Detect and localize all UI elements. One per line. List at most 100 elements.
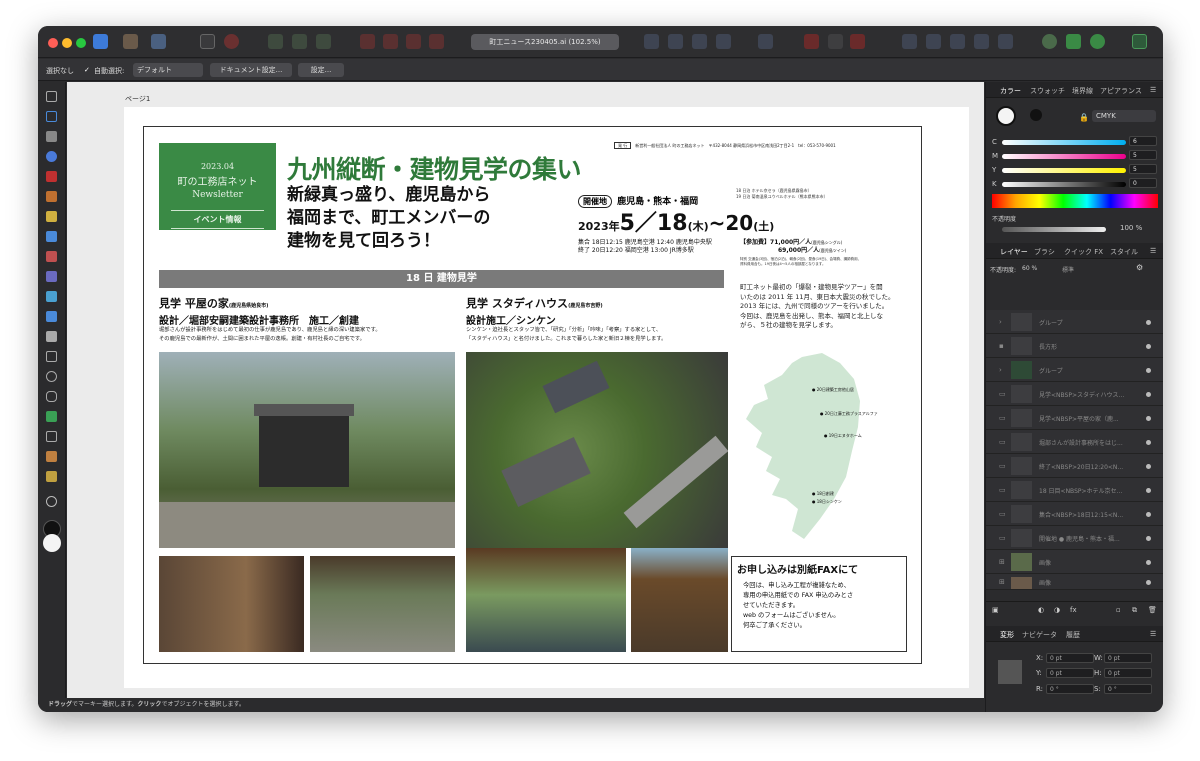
transform-menu-icon[interactable]: ☰	[1150, 630, 1156, 638]
snap-grid-icon[interactable]	[292, 34, 307, 49]
transparency-tool-icon[interactable]	[46, 271, 57, 282]
channel-y-value[interactable]: 5	[1129, 164, 1157, 174]
channel-k-slider[interactable]	[1002, 182, 1126, 187]
export-persona-icon[interactable]	[151, 34, 166, 49]
corner-tool-icon[interactable]	[46, 151, 57, 162]
color-picker-icon[interactable]	[46, 451, 57, 462]
y-field[interactable]: 0 pt	[1046, 668, 1094, 678]
channel-m-slider[interactable]	[1002, 154, 1126, 159]
channel-k-value[interactable]: 0	[1129, 178, 1157, 188]
opacity-value[interactable]: 100 %	[1120, 224, 1142, 232]
zoom-tool-icon[interactable]	[46, 496, 57, 507]
panel-menu-icon[interactable]: ☰	[1150, 86, 1156, 94]
visibility-dot-icon[interactable]	[1146, 440, 1151, 445]
move-tool-icon[interactable]	[46, 91, 57, 102]
arrange-front-icon[interactable]	[429, 34, 444, 49]
layer-row[interactable]: › グループ	[986, 358, 1163, 382]
boolean-divide-icon[interactable]	[998, 34, 1013, 49]
w-field[interactable]: 0 pt	[1104, 653, 1152, 663]
settings-gear-icon[interactable]	[200, 34, 215, 49]
stroke-color-well[interactable]	[1030, 109, 1042, 121]
snapshot-icon[interactable]	[1066, 34, 1081, 49]
mask-layer-icon[interactable]: ◐	[1038, 606, 1044, 614]
geometry-icon[interactable]	[850, 34, 865, 49]
visibility-dot-icon[interactable]	[1146, 368, 1151, 373]
anchor-selector-icon[interactable]	[998, 660, 1022, 684]
flip-vertical-icon[interactable]	[668, 34, 683, 49]
tab-stroke[interactable]: 境界線	[1072, 86, 1093, 96]
flip-horizontal-icon[interactable]	[644, 34, 659, 49]
assistant-icon[interactable]	[1042, 34, 1057, 49]
visibility-dot-icon[interactable]	[1146, 320, 1151, 325]
blend-mode-select[interactable]: 標準	[1062, 265, 1074, 274]
visibility-dot-icon[interactable]	[1146, 560, 1151, 565]
tab-appearance[interactable]: アピアランス	[1100, 86, 1142, 96]
vector-brush-icon[interactable]	[46, 211, 57, 222]
boolean-xor-icon[interactable]	[974, 34, 989, 49]
rounded-rect-tool-icon[interactable]	[46, 391, 57, 402]
pixel-persona-icon[interactable]	[123, 34, 138, 49]
layer-row[interactable]: ⊞ 画像	[986, 574, 1163, 590]
paint-brush-icon[interactable]	[46, 251, 57, 262]
layer-row[interactable]: › グループ	[986, 310, 1163, 334]
measure-tool-icon[interactable]	[46, 471, 57, 482]
canvas[interactable]: ページ1 発 行新営利一般社団法人 町の工務店ネット 〒432-8044 静岡県…	[67, 82, 984, 698]
h-field[interactable]: 0 pt	[1104, 668, 1152, 678]
mask-icon[interactable]	[828, 34, 843, 49]
fx-icon[interactable]: fx	[1070, 606, 1077, 614]
fill-tool-icon[interactable]	[46, 231, 57, 242]
user-account-icon[interactable]	[1132, 34, 1147, 49]
layer-settings-gear-icon[interactable]: ⚙	[1136, 263, 1143, 272]
document-settings-button[interactable]: ドキュメント設定...	[210, 63, 292, 77]
expand-chevron-icon[interactable]: ›	[999, 318, 1002, 326]
arrange-forward-icon[interactable]	[406, 34, 421, 49]
group-layer-icon[interactable]: ⧉	[1132, 606, 1137, 615]
layer-opacity-value[interactable]: 60 %	[1022, 265, 1037, 272]
layer-row[interactable]: ▭ 18 日目<NBSP>ホテル京セ...	[986, 478, 1163, 502]
layer-options-icon[interactable]: ▣	[992, 606, 999, 614]
chart-pie-icon[interactable]	[1090, 34, 1105, 49]
layer-row[interactable]: ▪ 長方形	[986, 334, 1163, 358]
layer-row[interactable]: ▭ 見学<NBSP>スタディハウス...	[986, 382, 1163, 406]
layer-row[interactable]: ⊞ 画像	[986, 550, 1163, 574]
auto-select-dropdown[interactable]: デフォルト	[133, 63, 203, 77]
crop-tool-icon[interactable]	[46, 331, 57, 342]
layer-row[interactable]: ▭ 堀部さんが設計事務所をはじ...	[986, 430, 1163, 454]
tab-transform[interactable]: 変形	[1000, 630, 1014, 640]
rotate-left-icon[interactable]	[692, 34, 707, 49]
visibility-dot-icon[interactable]	[1146, 416, 1151, 421]
boolean-add-icon[interactable]	[902, 34, 917, 49]
app-logo-icon[interactable]	[93, 34, 108, 49]
place-image-icon[interactable]	[46, 311, 57, 322]
delete-layer-icon[interactable]: 🗑	[1148, 606, 1157, 614]
boolean-subtract-icon[interactable]	[926, 34, 941, 49]
visibility-dot-icon[interactable]	[1146, 392, 1151, 397]
tab-history[interactable]: 履歴	[1066, 630, 1080, 640]
arrange-backward-icon[interactable]	[383, 34, 398, 49]
channel-c-value[interactable]: 6	[1129, 136, 1157, 146]
layers-menu-icon[interactable]: ☰	[1150, 247, 1156, 255]
transform-origin-icon[interactable]	[804, 34, 819, 49]
add-layer-icon[interactable]: ▫	[1116, 606, 1121, 614]
x-field[interactable]: 0 pt	[1046, 653, 1094, 663]
tab-styles[interactable]: スタイル	[1110, 247, 1138, 257]
channel-m-value[interactable]: 5	[1129, 150, 1157, 160]
boolean-intersect-icon[interactable]	[950, 34, 965, 49]
layer-row[interactable]: ▭ 集合<NBSP>18日12:15<N...	[986, 502, 1163, 526]
align-icon[interactable]	[758, 34, 773, 49]
fill-color-well[interactable]	[996, 106, 1016, 126]
layer-row[interactable]: ▭ 見学<NBSP>平屋の家（鹿...	[986, 406, 1163, 430]
zoom-window-button[interactable]	[76, 38, 86, 48]
tab-swatches[interactable]: スウォッチ	[1030, 86, 1065, 96]
tab-navigator[interactable]: ナビゲータ	[1022, 630, 1057, 640]
visibility-dot-icon[interactable]	[1146, 536, 1151, 541]
visibility-dot-icon[interactable]	[1146, 488, 1151, 493]
tab-layers[interactable]: レイヤー	[1000, 247, 1028, 257]
layer-row[interactable]: ▭ 開催地 ● 鹿児島・熊本・福...	[986, 526, 1163, 550]
text-tool-icon[interactable]	[46, 431, 57, 442]
color-model-select[interactable]: CMYK	[1092, 110, 1156, 122]
auto-select-checkbox[interactable]: ✓	[84, 66, 90, 74]
rotate-right-icon[interactable]	[716, 34, 731, 49]
tab-quick-fx[interactable]: クイック FX	[1064, 247, 1103, 257]
pencil-tool-icon[interactable]	[46, 191, 57, 202]
